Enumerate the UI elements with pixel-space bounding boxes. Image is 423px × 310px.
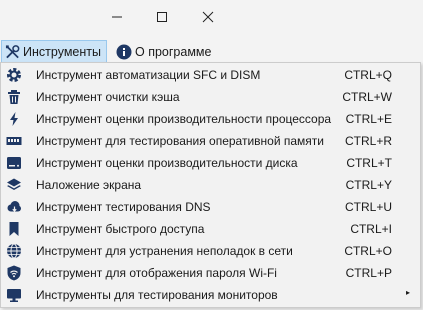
monitor-icon — [7, 289, 21, 302]
menu-item-disk-benchmark[interactable]: Инструмент оценки производительности дис… — [2, 152, 419, 174]
menu-item-label: Инструмент автоматизации SFC и DISM — [36, 68, 261, 82]
menu-item-shortcut: CTRL+I — [350, 222, 392, 236]
bookmark-icon — [9, 222, 19, 236]
trash-icon — [8, 90, 20, 104]
maximize-button[interactable] — [139, 3, 185, 31]
menu-item-label: Инструмент оценки производительности дис… — [36, 156, 298, 170]
minimize-button[interactable] — [94, 3, 140, 31]
menu-item-label: Инструмент быстрого доступа — [36, 222, 205, 236]
disk-icon — [7, 157, 21, 169]
cloud-icon — [7, 201, 21, 212]
menu-about-label: О программе — [135, 44, 212, 59]
menu-item-label: Инструмент оценки производительности про… — [36, 112, 332, 126]
menu-item-screen-overlay[interactable]: Наложение экрана CTRL+Y — [2, 174, 419, 196]
menu-item-cpu-benchmark[interactable]: Инструмент оценки производительности про… — [2, 108, 419, 130]
menu-item-shortcut: CTRL+Q — [344, 68, 392, 82]
menu-item-quick-access[interactable]: Инструмент быстрого доступа CTRL+I — [2, 218, 419, 240]
menu-item-wifi-password[interactable]: Инструмент для отображения пароля Wi-Fi … — [2, 262, 419, 284]
tools-dropdown-menu: Инструмент автоматизации SFC и DISM CTRL… — [0, 62, 421, 308]
gear-icon — [7, 68, 21, 82]
menu-bar: Инструменты О программе — [0, 40, 423, 64]
wifi-shield-icon — [7, 265, 21, 281]
maximize-icon — [157, 12, 167, 22]
menu-item-monitor-tests[interactable]: Инструменты для тестирования мониторов ▸ — [2, 284, 419, 306]
minimize-icon — [112, 16, 122, 18]
menu-item-shortcut: CTRL+O — [344, 244, 392, 258]
tools-icon — [5, 44, 20, 58]
lightning-icon — [10, 112, 18, 126]
close-button[interactable] — [185, 3, 231, 31]
menu-item-ram-test[interactable]: Инструмент для тестирования оперативной … — [2, 130, 419, 152]
menu-item-label: Инструмент для устранения неполадок в се… — [36, 244, 293, 258]
menu-tools[interactable]: Инструменты — [1, 40, 107, 63]
menu-item-cache-cleanup[interactable]: Инструмент очистки кэша CTRL+W — [2, 86, 419, 108]
menu-item-sfc-dism[interactable]: Инструмент автоматизации SFC и DISM CTRL… — [2, 64, 419, 86]
menu-item-shortcut: CTRL+Y — [345, 178, 392, 192]
globe-icon — [7, 243, 21, 259]
menu-item-shortcut: CTRL+U — [344, 200, 392, 214]
menu-item-label: Инструменты для тестирования мониторов — [36, 288, 278, 302]
menu-item-shortcut: CTRL+W — [342, 90, 392, 104]
close-icon — [202, 11, 214, 23]
layers-icon — [7, 178, 21, 190]
menu-item-label: Инструмент для отображения пароля Wi-Fi — [36, 266, 277, 280]
memory-icon — [6, 137, 22, 145]
menu-item-shortcut: CTRL+R — [344, 134, 392, 148]
submenu-arrow-icon: ▸ — [405, 288, 410, 297]
menu-item-label: Инструмент для тестирования оперативной … — [36, 134, 324, 148]
title-bar — [0, 0, 423, 34]
menu-item-dns-test[interactable]: Инструмент тестирования DNS CTRL+U — [2, 196, 419, 218]
menu-item-network-troubleshoot[interactable]: Инструмент для устранения неполадок в се… — [2, 240, 419, 262]
menu-item-shortcut: CTRL+T — [346, 156, 392, 170]
info-icon — [116, 44, 132, 59]
menu-about[interactable]: О программе — [113, 40, 216, 63]
menu-item-label: Инструмент тестирования DNS — [36, 200, 211, 214]
menu-tools-label: Инструменты — [23, 44, 101, 59]
menu-item-label: Инструмент очистки кэша — [36, 90, 180, 104]
menu-item-label: Наложение экрана — [36, 178, 142, 192]
menu-item-shortcut: CTRL+E — [345, 112, 392, 126]
menu-item-shortcut: CTRL+P — [345, 266, 392, 280]
